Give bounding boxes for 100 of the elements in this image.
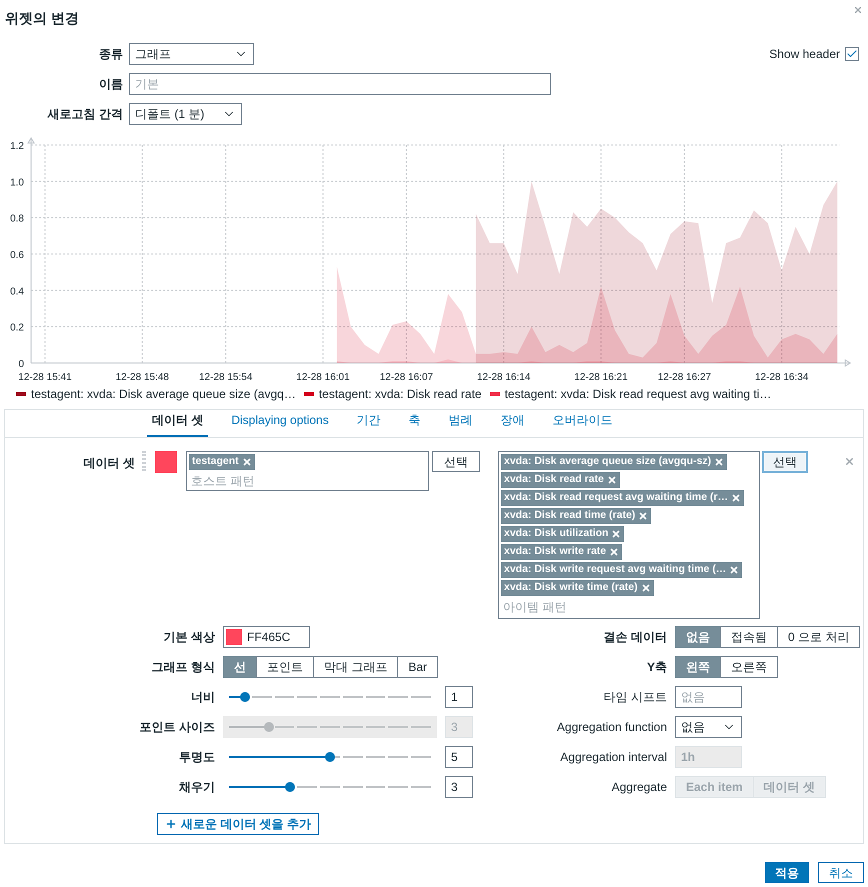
field-label: Aggregate xyxy=(610,779,667,796)
refresh-select[interactable]: 디폴트 (1 분) xyxy=(129,103,242,125)
segment-button[interactable]: 선 xyxy=(223,656,257,678)
tab[interactable]: 축 xyxy=(404,411,426,437)
segment-button[interactable]: 막대 그래프 xyxy=(313,656,398,678)
item-field[interactable] xyxy=(498,451,760,619)
segment-button[interactable]: 포인트 xyxy=(256,656,314,678)
color-swatch[interactable] xyxy=(155,451,177,473)
field-label: Show header xyxy=(769,46,840,63)
cancel-button[interactable]: 취소 xyxy=(818,862,864,883)
remove-icon[interactable] xyxy=(606,475,617,485)
add-dataset-button[interactable]: 새로운 데이터 셋을 추가 xyxy=(157,813,320,835)
tag-chip: xvda: Disk average queue size (avgqu-sz) xyxy=(501,454,728,470)
axis-label: 0.6 xyxy=(10,250,24,261)
tag-chip: xvda: Disk read rate xyxy=(501,472,620,488)
host-field[interactable]: testagent 호스트 패턴 xyxy=(186,451,429,491)
axis-label: 12-28 16:07 xyxy=(380,372,434,383)
field-label: 너비 xyxy=(190,689,215,706)
field-label: 타임 시프트 xyxy=(602,689,667,706)
select-field[interactable]: 없음 xyxy=(675,716,742,738)
axis-label: 0 xyxy=(18,359,24,370)
slider-thumb[interactable] xyxy=(325,752,335,762)
field-label: 데이터 셋 xyxy=(82,455,135,472)
segment-button[interactable]: 없음 xyxy=(675,626,721,648)
axis-label: 12-28 15:48 xyxy=(116,372,169,383)
axis-label: 12-28 15:41 xyxy=(18,372,72,383)
placeholder-text: 아이템 패턴 xyxy=(502,599,568,616)
slider-track[interactable] xyxy=(229,782,431,792)
close-icon[interactable] xyxy=(853,5,863,15)
slider-thumb[interactable] xyxy=(240,692,250,702)
field-label: Aggregation function xyxy=(556,719,667,736)
axis-label: 12-28 16:34 xyxy=(755,372,808,383)
axis-label: 0.8 xyxy=(10,214,24,225)
axis-label: 1.2 xyxy=(10,141,24,152)
remove-icon[interactable] xyxy=(609,547,620,557)
segment-button[interactable]: Bar xyxy=(397,656,438,678)
segment-button[interactable]: 0 으로 처리 xyxy=(777,626,860,648)
value-field[interactable]: 5 xyxy=(445,746,473,768)
text-field[interactable]: 없음 xyxy=(675,686,742,708)
field-label: 종류 xyxy=(98,46,123,63)
remove-icon[interactable] xyxy=(731,493,742,503)
remove-icon[interactable] xyxy=(844,456,855,467)
remove-icon[interactable] xyxy=(729,565,740,575)
slider-track[interactable] xyxy=(229,722,431,732)
field-label: 채우기 xyxy=(178,779,215,796)
field-label: 결손 데이터 xyxy=(602,629,667,646)
slider-track[interactable] xyxy=(229,692,431,702)
axis-label: 12-28 16:01 xyxy=(296,372,350,383)
remove-icon[interactable] xyxy=(611,529,622,539)
slider-thumb[interactable] xyxy=(264,722,274,732)
tab[interactable]: 데이터 셋 xyxy=(147,411,208,437)
color-field[interactable]: FF465C xyxy=(223,626,310,648)
field-label: 투명도 xyxy=(178,749,215,766)
value-field[interactable]: 1 xyxy=(445,686,473,708)
type-select[interactable]: 그래프 xyxy=(129,43,254,65)
slider-track[interactable] xyxy=(229,752,431,762)
select-button[interactable]: 선택 xyxy=(762,451,808,473)
tab[interactable]: 장애 xyxy=(496,411,530,437)
axis-label: 12-28 15:54 xyxy=(199,372,252,383)
field-label: 포인트 사이즈 xyxy=(138,719,215,736)
axis-label: 12-28 16:27 xyxy=(658,372,712,383)
axis-label: 0.2 xyxy=(10,322,24,334)
axis-label: 12-28 16:14 xyxy=(477,372,530,383)
remove-icon[interactable] xyxy=(640,583,651,593)
check-icon xyxy=(846,48,858,60)
plus-icon xyxy=(165,818,177,830)
field-label: 그래프 형식 xyxy=(150,659,215,676)
show-header-checkbox[interactable] xyxy=(845,47,859,61)
select-button[interactable]: 선택 xyxy=(432,451,480,472)
tag-chip: xvda: Disk utilization xyxy=(501,526,624,542)
tab[interactable]: 기간 xyxy=(352,411,386,437)
field-label: Aggregation interval xyxy=(559,749,667,766)
axis-label: 0.4 xyxy=(10,286,24,298)
field-label: Y축 xyxy=(646,659,667,676)
segment-button[interactable]: 왼쪽 xyxy=(675,656,721,678)
value-field[interactable]: 3 xyxy=(445,776,473,798)
slider-thumb[interactable] xyxy=(284,782,295,792)
name-field[interactable]: 기본 xyxy=(129,73,551,95)
drag-handle-icon[interactable] xyxy=(142,451,146,471)
legend-label: testagent: xvda: Disk read request avg waiting ti… xyxy=(504,386,772,403)
tab[interactable]: 범례 xyxy=(444,411,478,437)
remove-icon[interactable] xyxy=(242,456,252,467)
segment-button[interactable]: 오른쪽 xyxy=(720,656,778,678)
tag-chip: xvda: Disk write rate xyxy=(501,544,622,560)
remove-icon[interactable] xyxy=(638,511,648,521)
field-label: 기본 색상 xyxy=(162,629,215,646)
tab[interactable]: 오버라이드 xyxy=(548,411,618,437)
tag-chip: xvda: Disk read time (rate) xyxy=(501,508,652,524)
legend-label: testagent: xvda: Disk read rate xyxy=(318,386,482,403)
field-label: 이름 xyxy=(98,76,123,93)
segment-button[interactable]: 접속됨 xyxy=(720,626,778,648)
tag-chip: testagent xyxy=(189,454,255,470)
apply-button[interactable]: 적용 xyxy=(765,862,809,883)
tag-chip: xvda: Disk write time (rate) xyxy=(501,580,654,596)
remove-icon[interactable] xyxy=(714,457,724,467)
placeholder-text: 호스트 패턴 xyxy=(190,472,256,490)
tag-chip: xvda: Disk read request avg waiting time (r… xyxy=(501,490,744,506)
dialog-title: 위젯의 변경 xyxy=(5,9,79,28)
tab[interactable]: Displaying options xyxy=(226,411,334,437)
legend-label: testagent: xvda: Disk average queue size (avgq… xyxy=(31,386,296,403)
